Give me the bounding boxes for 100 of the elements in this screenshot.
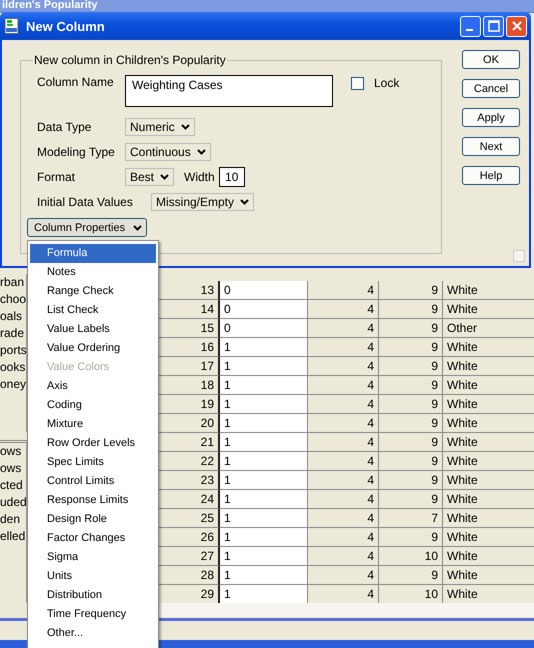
table-cell: 9 [379, 414, 443, 433]
table-cell: 9 [379, 338, 443, 357]
table-cell: 1 [220, 471, 308, 490]
table-cell: 9 [379, 395, 443, 414]
column-properties-dropdown[interactable]: Column Properties [27, 218, 148, 237]
table-cell: 9 [379, 433, 443, 452]
minimize-button[interactable] [460, 16, 481, 36]
table-cell: White [443, 490, 534, 509]
menu-item[interactable]: Coding [30, 396, 156, 415]
dialog-button[interactable]: Next [462, 137, 520, 156]
menu-item[interactable]: Axis [30, 377, 156, 396]
table-cell: White [443, 528, 534, 547]
table-cell: 4 [308, 300, 379, 319]
menu-item[interactable]: Sigma [30, 548, 156, 567]
column-list-item[interactable]: choo [0, 291, 26, 308]
column-list-item[interactable]: rade [0, 325, 26, 342]
table-cell: 10 [379, 547, 443, 566]
group-title: New column in Children's Popularity [33, 53, 227, 67]
table-cell: 4 [308, 433, 379, 452]
dropdown[interactable]: Continuous [125, 143, 211, 161]
dropdown[interactable]: Missing/Empty [151, 193, 254, 211]
dropdown[interactable]: Best [125, 168, 174, 186]
menu-item[interactable]: Value Labels [30, 320, 156, 339]
column-list-item[interactable]: oals [0, 308, 26, 325]
rows-panel-item: elled [0, 528, 26, 545]
table-cell: 1 [220, 509, 308, 528]
width-field[interactable]: 10 [218, 167, 245, 187]
table-cell: White [443, 433, 534, 452]
field-label: Initial Data Values [37, 195, 134, 209]
table-cell: 9 [379, 300, 443, 319]
table-cell: White [443, 395, 534, 414]
dialog-button[interactable]: OK [462, 50, 520, 69]
text-field[interactable]: Weighting Cases [125, 75, 333, 107]
checkbox[interactable] [351, 77, 364, 90]
menu-item[interactable]: List Check [30, 301, 156, 320]
menu-item[interactable]: Design Role [30, 510, 156, 529]
table-cell: White [443, 471, 534, 490]
menu-item[interactable]: Notes [30, 263, 156, 282]
table-cell: 4 [308, 357, 379, 376]
table-cell: 4 [308, 395, 379, 414]
menu-item[interactable]: Response Limits [30, 491, 156, 510]
rows-panel-item: ows [0, 460, 22, 477]
menu-item[interactable]: Other... [30, 624, 156, 643]
menu-item[interactable]: Distribution [30, 586, 156, 605]
menu-item[interactable]: Mixture [30, 415, 156, 434]
dialog-button[interactable]: Apply [462, 108, 520, 127]
menu-item[interactable]: Time Frequency [30, 605, 156, 624]
table-cell: White [443, 281, 534, 300]
table-cell: 4 [308, 281, 379, 300]
table-cell: 9 [379, 528, 443, 547]
column-list-item[interactable]: rban [0, 274, 26, 291]
table-cell: 4 [308, 509, 379, 528]
table-cell: 4 [308, 319, 379, 338]
column-list-item[interactable]: ports [0, 342, 26, 359]
table-cell: 9 [379, 490, 443, 509]
field-label: Column Name [37, 75, 115, 89]
menu-item[interactable]: Row Order Levels [30, 434, 156, 453]
table-cell: White [443, 357, 534, 376]
table-cell: 4 [308, 566, 379, 585]
dropdown[interactable]: Numeric [125, 118, 195, 136]
dropdown-value: Numeric [130, 120, 175, 134]
rows-panel-item: uded [0, 494, 26, 511]
dialog-button[interactable]: Cancel [462, 79, 520, 98]
horizontal-scrollbar[interactable] [156, 603, 534, 617]
table-cell: 4 [308, 338, 379, 357]
column-list-item[interactable]: ooks [0, 359, 26, 376]
menu-item[interactable]: Units [30, 567, 156, 586]
table-cell: 9 [379, 281, 443, 300]
field-label: Width [184, 170, 215, 184]
close-button[interactable] [506, 16, 527, 36]
table-cell: 4 [308, 471, 379, 490]
menu-item[interactable]: Formula [30, 244, 156, 263]
table-cell: 9 [379, 452, 443, 471]
rows-panel-item: cted [0, 477, 24, 494]
table-cell: 9 [379, 357, 443, 376]
table-cell: 4 [308, 414, 379, 433]
menu-item[interactable]: Spec Limits [30, 453, 156, 472]
column-list-item[interactable]: oney [0, 376, 26, 393]
window-title: ildren's Popularity [1, 0, 99, 11]
table-cell: 9 [379, 471, 443, 490]
table-cell: 0 [220, 319, 308, 338]
table-cell: 0 [220, 281, 308, 300]
resize-grip[interactable] [513, 250, 525, 262]
dialog-button[interactable]: Help [462, 166, 520, 185]
menu-item: Value Colors [46, 360, 110, 375]
dropdown-value: Best [130, 170, 154, 184]
dialog-title: New Column [26, 18, 106, 34]
menu-item[interactable]: Control Limits [30, 472, 156, 491]
menu-item[interactable]: Value Ordering [30, 339, 156, 358]
table-cell: 7 [379, 509, 443, 528]
table-cell: White [443, 300, 534, 319]
menu-item[interactable]: Range Check [30, 282, 156, 301]
document-icon [4, 18, 20, 34]
table-cell: 1 [220, 585, 308, 604]
maximize-button[interactable] [483, 16, 504, 36]
field-label: Data Type [37, 120, 92, 134]
table-cell: White [443, 509, 534, 528]
table-cell: 9 [379, 319, 443, 338]
caret-icon [133, 224, 142, 230]
menu-item[interactable]: Factor Changes [30, 529, 156, 548]
